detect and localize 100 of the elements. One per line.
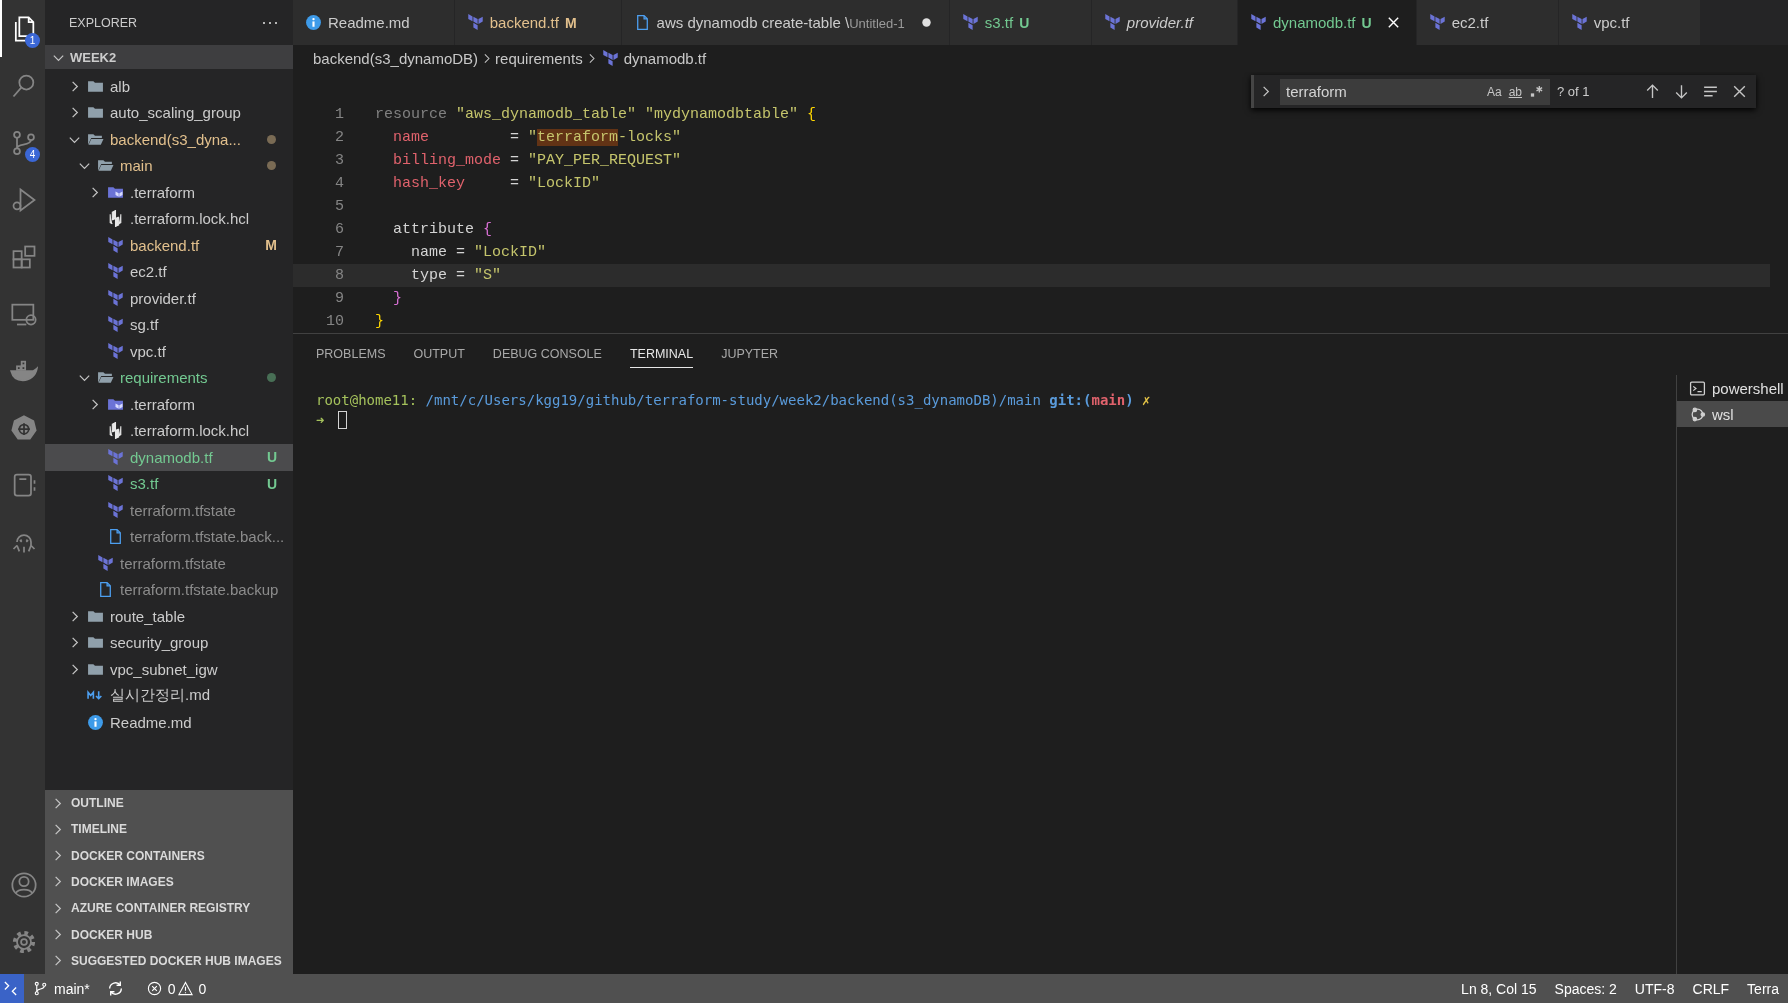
- editor-tab[interactable]: aws dynamodb create-table \Untitled-1: [621, 0, 950, 45]
- find-option-toggle[interactable]: ab: [1508, 84, 1522, 99]
- status-item[interactable]: Ln 8, Col 15: [1452, 974, 1546, 1003]
- line-number: 10: [325, 313, 344, 330]
- sidebar-title: EXPLORER: [69, 15, 138, 30]
- collapsed-section-header[interactable]: AZURE CONTAINER REGISTRY: [45, 895, 293, 922]
- collapsed-section-header[interactable]: OUTLINE: [45, 789, 293, 817]
- tree-item[interactable]: vpc.tf: [45, 338, 293, 365]
- line-number: 5: [334, 198, 344, 215]
- branch-status[interactable]: main*: [24, 974, 99, 1003]
- problems-status[interactable]: 0 0: [137, 974, 216, 1003]
- breadcrumb-item[interactable]: requirements: [495, 50, 583, 67]
- editor-tab[interactable]: s3.tf U: [949, 0, 1092, 45]
- status-item[interactable]: CRLF: [1683, 974, 1739, 1003]
- editor-tab[interactable]: provider.tf: [1091, 0, 1238, 45]
- hcl-file-icon: [107, 210, 124, 228]
- tree-item[interactable]: terraform.tfstate: [45, 550, 293, 577]
- panel-tab[interactable]: TERMINAL: [629, 341, 694, 368]
- breadcrumb-item[interactable]: backend(s3_dynamoDB): [313, 50, 479, 67]
- terraform-file-icon: [107, 501, 124, 519]
- regex-icon[interactable]: [1529, 84, 1544, 99]
- tree-item[interactable]: .terraform.lock.hcl: [45, 205, 293, 232]
- tree-item[interactable]: .terraform: [45, 391, 293, 418]
- find-option-toggle[interactable]: Aa: [1486, 84, 1502, 99]
- editor-tab[interactable]: ec2.tf: [1416, 0, 1559, 45]
- collapsed-section-header[interactable]: DOCKER HUB: [45, 921, 293, 948]
- terraform-file-icon: [107, 448, 124, 466]
- tree-item[interactable]: auto_scaling_group: [45, 99, 293, 126]
- terraform-file-icon: [1103, 14, 1121, 31]
- more-actions-button[interactable]: ···: [261, 12, 279, 33]
- collapsed-section-header[interactable]: SUGGESTED DOCKER HUB IMAGES: [45, 947, 293, 974]
- tree-item[interactable]: backend(s3_dyna...: [45, 126, 293, 153]
- editor-tab[interactable]: Readme.md: [293, 0, 455, 45]
- tree-item[interactable]: terraform.tfstate: [45, 497, 293, 524]
- find-field[interactable]: terraform Aa ab: [1280, 78, 1550, 105]
- line-number: 2: [334, 129, 344, 146]
- terraform-file-icon: [1570, 14, 1588, 31]
- wheel-icon: [9, 413, 38, 442]
- terminal-prompt-line: root@home11: /mnt/c/Users/kgg19/github/terraform-study/week2/backend(s3_dynamoDB)/main git:(main) ✗: [316, 392, 1151, 408]
- terraform-file-icon: [107, 342, 124, 360]
- breadcrumb-item[interactable]: dynamodb.tf: [599, 50, 707, 67]
- editor-tab[interactable]: dynamodb.tf U: [1238, 0, 1417, 45]
- arrow-down-icon[interactable]: [1673, 83, 1690, 100]
- terraform-file-icon: [601, 50, 619, 67]
- line-number: 3: [334, 152, 344, 169]
- terminal-list-item[interactable]: powershell: [1677, 375, 1788, 401]
- tree-item[interactable]: backend.tf M: [45, 232, 293, 259]
- tree-item[interactable]: sg.tf: [45, 311, 293, 338]
- tree-item[interactable]: ec2.tf: [45, 258, 293, 285]
- workspace-name: WEEK2: [70, 49, 117, 65]
- collapsed-section-header[interactable]: TIMELINE: [45, 816, 293, 843]
- tree-item[interactable]: .terraform: [45, 179, 293, 206]
- error-icon: [146, 981, 162, 996]
- panel-tab[interactable]: OUTPUT: [413, 341, 465, 368]
- tree-item[interactable]: requirements: [45, 364, 293, 391]
- status-item[interactable]: Spaces: 2: [1545, 974, 1626, 1003]
- tree-item[interactable]: .terraform.lock.hcl: [45, 417, 293, 444]
- collapsed-section-header[interactable]: DOCKER IMAGES: [45, 868, 293, 896]
- sync-icon[interactable]: [106, 980, 124, 997]
- status-item[interactable]: UTF-8: [1625, 974, 1684, 1003]
- workspace-header[interactable]: WEEK2: [45, 45, 293, 69]
- tree-item[interactable]: alb: [45, 73, 293, 100]
- tree-item[interactable]: 실시간정리.md: [45, 682, 293, 709]
- tree-item[interactable]: Readme.md: [45, 709, 293, 736]
- tree-item[interactable]: main: [45, 152, 293, 179]
- terminal-list-item[interactable]: wsl: [1677, 401, 1788, 427]
- match-count: ? of 1: [1557, 84, 1590, 99]
- git-status-letter: U: [266, 475, 277, 492]
- tree-item[interactable]: s3.tf U: [45, 470, 293, 497]
- collapsed-section-header[interactable]: DOCKER CONTAINERS: [45, 842, 293, 869]
- panel-tab[interactable]: PROBLEMS: [316, 341, 386, 368]
- info-icon: [87, 713, 104, 731]
- code-line: type = "S": [410, 267, 502, 284]
- tree-item[interactable]: route_table: [45, 603, 293, 630]
- editor-tab[interactable]: backend.tf M: [454, 0, 622, 45]
- panel-tab[interactable]: DEBUG CONSOLE: [492, 341, 602, 368]
- tree-item[interactable]: provider.tf: [45, 285, 293, 312]
- close-icon[interactable]: [1731, 83, 1748, 100]
- tree-item[interactable]: terraform.tfstate.backup: [45, 576, 293, 603]
- panel-tab[interactable]: JUPYTER: [721, 341, 779, 368]
- tree-item[interactable]: security_group: [45, 629, 293, 656]
- git-status-letter: M: [265, 237, 277, 254]
- code-line: }: [392, 290, 402, 307]
- file-icon: [97, 581, 114, 599]
- code-line: hash_key = "LockID": [392, 175, 601, 192]
- git-status-letter: U: [266, 449, 277, 466]
- tree-item[interactable]: dynamodb.tf U: [45, 444, 293, 471]
- status-item[interactable]: Terra: [1738, 974, 1788, 1003]
- remote-button[interactable]: [0, 974, 24, 1003]
- activity-source-control-button[interactable]: 4: [0, 114, 45, 171]
- line-number: 9: [334, 290, 344, 307]
- terraform-file-icon: [97, 554, 114, 572]
- terraform-file-icon: [1250, 14, 1267, 31]
- tree-item[interactable]: terraform.tfstate.back...: [45, 523, 293, 550]
- arrow-up-icon[interactable]: [1644, 83, 1661, 100]
- editor-tab[interactable]: vpc.tf: [1558, 0, 1701, 45]
- terminal[interactable]: root@home11: /mnt/c/Users/kgg19/github/terraform-study/week2/backend(s3_dynamoDB)/main git:(main) ✗ ➜: [293, 375, 1676, 974]
- code-line: resource "aws_dynamodb_table" "mydynamodbtable" {: [375, 106, 817, 123]
- tree-item[interactable]: vpc_subnet_igw: [45, 656, 293, 683]
- code-line: attribute {: [392, 221, 493, 238]
